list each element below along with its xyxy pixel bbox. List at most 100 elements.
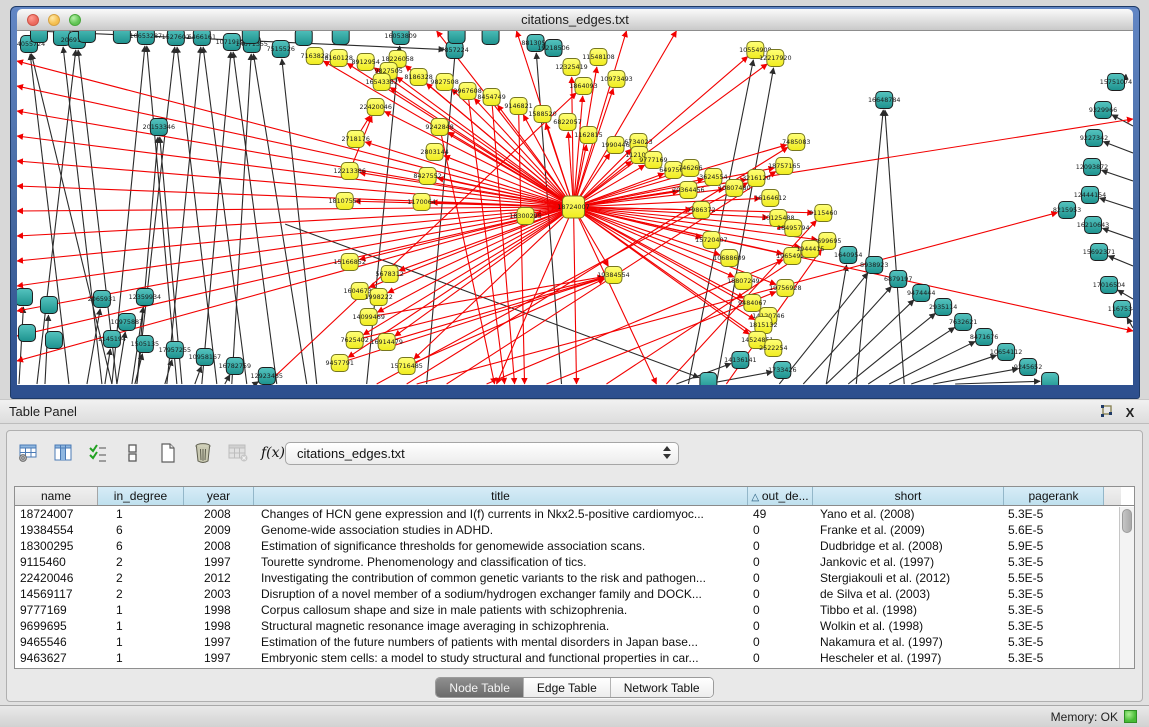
table-row[interactable]: 1872400712008Changes of HCN gene express… — [15, 506, 1134, 522]
table-cell: 9777169 — [15, 602, 98, 618]
window-titlebar[interactable]: citations_edges.txt — [17, 9, 1133, 31]
tab-node-table[interactable]: Node Table — [436, 678, 524, 697]
graph-node-label: 1733426 — [768, 366, 796, 374]
graph-node-label: 15692371 — [1083, 248, 1115, 256]
column-header-out_de[interactable]: △ out_de... — [748, 487, 813, 505]
table-header-row: namein_degreeyeartitle△ out_de...shortpa… — [15, 487, 1134, 506]
column-header-short[interactable]: short — [813, 487, 1004, 505]
tab-edge-table[interactable]: Edge Table — [524, 678, 611, 697]
graph-node[interactable] — [40, 297, 57, 314]
column-header-in_degree[interactable]: in_degree — [98, 487, 184, 505]
table-cell: Changes of HCN gene expression and I(f) … — [254, 506, 748, 522]
table-cell: 0 — [748, 634, 813, 650]
graph-node[interactable] — [700, 373, 717, 386]
graph-node-label: 8471676 — [970, 333, 998, 341]
table-row[interactable]: 2242004622012Investigating the contribut… — [15, 570, 1134, 586]
network-canvas[interactable]: 1872400771638228160128891295418226058982… — [17, 31, 1133, 385]
close-window-button[interactable] — [27, 14, 39, 26]
tab-network-table[interactable]: Network Table — [611, 678, 713, 697]
graph-node[interactable] — [17, 289, 32, 306]
column-header-year[interactable]: year — [184, 487, 254, 505]
table-cell: 1997 — [184, 650, 254, 666]
table-cell: Investigating the contribution of common… — [254, 570, 748, 586]
table-cell: 2009 — [184, 522, 254, 538]
delete-column-button[interactable] — [190, 440, 216, 466]
graph-node-label: 14136141 — [724, 356, 756, 364]
graph-node-label: 8454749 — [477, 93, 505, 101]
table-row[interactable]: 1938455462009Genome-wide association stu… — [15, 522, 1134, 538]
select-columns-button[interactable] — [85, 440, 111, 466]
table-row[interactable]: 946554611997Estimation of the future num… — [15, 634, 1134, 650]
minimize-window-button[interactable] — [48, 14, 60, 26]
graph-node-label: 14099469 — [352, 313, 384, 321]
graph-node-label: 15720407 — [695, 236, 727, 244]
table-cell: 9115460 — [15, 554, 98, 570]
table-body: 1872400712008Changes of HCN gene express… — [15, 506, 1134, 666]
graph-node[interactable] — [295, 31, 312, 46]
node-table[interactable]: namein_degreeyeartitle△ out_de...shortpa… — [14, 486, 1135, 669]
table-cell: 5.5E-5 — [1004, 570, 1104, 586]
function-builder-button[interactable]: f(x) — [260, 440, 286, 466]
table-row[interactable]: 911546021997Tourette syndrome. Phenomeno… — [15, 554, 1134, 570]
graph-node-label: 18495794 — [777, 224, 809, 232]
column-header-name[interactable]: name — [15, 487, 98, 505]
table-cell: 1998 — [184, 618, 254, 634]
graph-node[interactable] — [18, 325, 35, 342]
network-window: citations_edges.txt 1872400771638228160 — [10, 6, 1140, 399]
table-cell: 1997 — [184, 554, 254, 570]
table-row[interactable]: 977716911998Corpus callosum shape and si… — [15, 602, 1134, 618]
table-row[interactable]: 946362711997Embryonic stem cells: a mode… — [15, 650, 1134, 666]
table-cell: 22420046 — [15, 570, 98, 586]
column-header-title[interactable]: title — [254, 487, 748, 505]
table-settings-button[interactable] — [15, 440, 41, 466]
graph-node-label: 18757165 — [768, 162, 800, 170]
table-row[interactable]: 1456911722003Disruption of a novel membe… — [15, 586, 1134, 602]
table-cell: 0 — [748, 602, 813, 618]
graph-node-label: 8186328 — [404, 73, 432, 81]
table-select-dropdown[interactable]: citations_edges.txt — [285, 442, 679, 465]
graph-node-label: 2065931 — [88, 295, 116, 303]
column-visibility-button[interactable] — [50, 440, 76, 466]
graph-node-label: 7857224 — [440, 46, 468, 54]
table-cell: 1997 — [184, 634, 254, 650]
graph-node[interactable] — [332, 31, 349, 45]
graph-node[interactable] — [482, 31, 499, 45]
delete-table-button[interactable] — [225, 440, 251, 466]
graph-node-label: 2803144 — [420, 148, 448, 156]
zoom-window-button[interactable] — [69, 14, 81, 26]
graph-node-label: 18300295 — [509, 212, 541, 220]
table-cell: 2012 — [184, 570, 254, 586]
graph-node[interactable] — [242, 31, 259, 44]
table-row[interactable]: 1830029562008Estimation of significance … — [15, 538, 1134, 554]
graph-node-label: 9227342 — [1080, 134, 1108, 142]
graph-node-label: 746266 — [678, 164, 702, 172]
table-row[interactable]: 969969511998Structural magnetic resonanc… — [15, 618, 1134, 634]
close-panel-icon[interactable]: X — [1121, 404, 1139, 421]
graph-node[interactable] — [448, 31, 465, 44]
table-cell: Embryonic stem cells: a model to study s… — [254, 650, 748, 666]
table-scrollbar-thumb[interactable] — [1122, 509, 1132, 533]
table-scrollbar[interactable] — [1119, 507, 1134, 668]
column-header-pagerank[interactable]: pagerank — [1004, 487, 1104, 505]
graph-node-label: 1588520 — [528, 110, 556, 118]
table-cell: 9699695 — [15, 618, 98, 634]
table-cell: 1 — [98, 618, 184, 634]
graph-node-label: 12359934 — [129, 293, 161, 301]
graph-node[interactable] — [113, 31, 130, 44]
table-panel: Table Panel X — [0, 399, 1149, 705]
table-cell: 2 — [98, 586, 184, 602]
graph-node-label: 16782759 — [219, 362, 251, 370]
table-cell: 49 — [748, 506, 813, 522]
table-cell: 5.9E-5 — [1004, 538, 1104, 554]
float-panel-icon[interactable] — [1097, 404, 1115, 421]
network-svg[interactable]: 1872400771638228160128891295418226058982… — [17, 31, 1133, 385]
table-cell: Stergiakouli et al. (2012) — [813, 570, 1004, 586]
graph-node-label: 18724007 — [557, 203, 589, 211]
graph-node[interactable] — [78, 31, 95, 43]
row-options-button[interactable] — [120, 440, 146, 466]
graph-node[interactable] — [45, 332, 62, 349]
graph-node[interactable] — [1042, 373, 1059, 386]
graph-node[interactable] — [30, 31, 47, 43]
graph-node-label: 10688609 — [713, 254, 745, 262]
create-column-button[interactable] — [155, 440, 181, 466]
